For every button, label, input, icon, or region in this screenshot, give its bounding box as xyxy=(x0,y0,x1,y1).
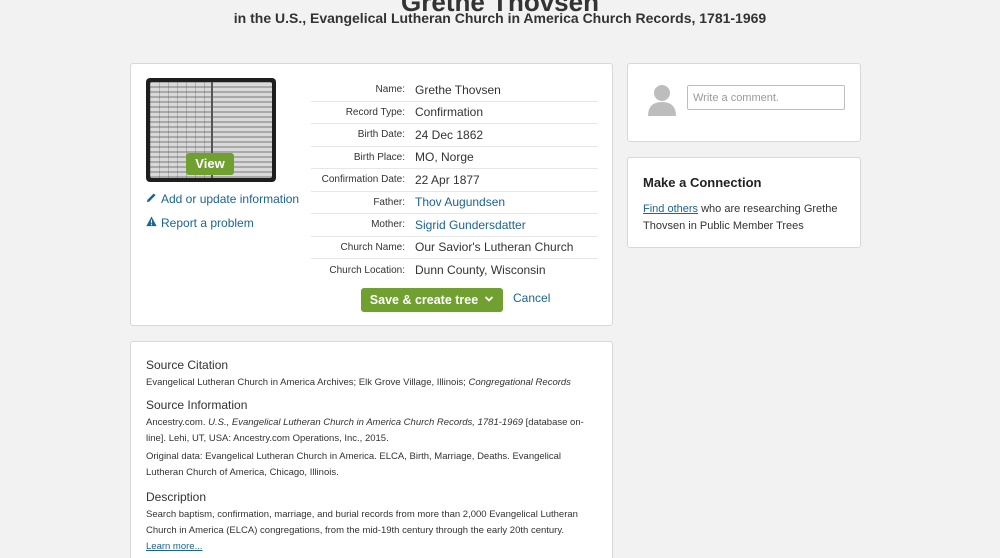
fact-value: 22 Apr 1877 xyxy=(415,172,480,187)
pencil-icon xyxy=(146,192,157,206)
add-update-info-label: Add or update information xyxy=(161,192,300,206)
fact-row-father: Father: Thov Augundsen xyxy=(311,192,598,214)
fact-label: Church Name: xyxy=(340,241,405,253)
fact-row-church-name: Church Name: Our Savior's Lutheran Churc… xyxy=(311,237,598,259)
save-create-tree-label: Save & create tree xyxy=(369,293,479,307)
fact-label: Mother: xyxy=(371,219,405,231)
view-button[interactable]: View xyxy=(186,153,234,175)
fact-label: Birth Date: xyxy=(357,129,405,141)
description-text: Search baptism, confirmation, marriage, … xyxy=(146,509,578,536)
fact-value: Dunn County, Wisconsin xyxy=(415,263,546,278)
mother-link[interactable]: Sigrid Gundersdatter xyxy=(415,218,526,232)
fact-value: MO, Norge xyxy=(415,150,474,165)
fact-label: Confirmation Date: xyxy=(321,174,405,186)
fact-value: Grethe Thovsen xyxy=(415,82,501,97)
record-image-thumbnail[interactable]: View xyxy=(146,78,276,182)
fact-row-church-location: Church Location: Dunn County, Wisconsin xyxy=(311,259,598,282)
source-citation-heading: Source Citation xyxy=(146,358,229,372)
comment-input[interactable] xyxy=(687,85,845,110)
cancel-link[interactable]: Cancel xyxy=(513,291,550,305)
report-problem-link[interactable]: Report a problem xyxy=(146,216,254,230)
fact-value: 24 Dec 1862 xyxy=(415,127,484,142)
fact-row-birth-place: Birth Place: MO, Norge xyxy=(311,147,598,169)
fact-row-name: Name: Grethe Thovsen xyxy=(311,79,598,102)
comment-card xyxy=(627,63,861,142)
fact-value: Confirmation xyxy=(415,105,484,120)
source-citation-text: Evangelical Lutheran Church in America A… xyxy=(146,375,601,391)
fact-label: Father: xyxy=(373,196,405,208)
fact-row-mother: Mother: Sigrid Gundersdatter xyxy=(311,214,598,237)
source-card: Source Citation Evangelical Lutheran Chu… xyxy=(130,341,613,558)
info-prefix: Ancestry.com. xyxy=(146,417,206,428)
fact-label: Name: xyxy=(375,84,405,96)
original-data-text: Original data: Evangelical Lutheran Chur… xyxy=(146,451,562,478)
chevron-down-icon xyxy=(484,293,494,307)
add-update-info-link[interactable]: Add or update information xyxy=(146,192,299,206)
description-heading: Description xyxy=(146,490,207,504)
source-information-section: Source Information Ancestry.com. U.S., E… xyxy=(146,398,601,447)
connection-title: Make a Connection xyxy=(643,175,762,190)
find-others-link[interactable]: Find others xyxy=(643,203,698,215)
page-subtitle: in the U.S., Evangelical Lutheran Church… xyxy=(233,10,767,26)
fact-row-confirmation-date: Confirmation Date: 22 Apr 1877 xyxy=(311,169,598,192)
citation-text: Evangelical Lutheran Church in America A… xyxy=(146,377,466,388)
report-problem-label: Report a problem xyxy=(161,216,254,230)
record-card: View Add or update information Report a … xyxy=(130,63,613,326)
original-data-section: Original data: Evangelical Lutheran Chur… xyxy=(146,449,601,481)
learn-more-row: Learn more... xyxy=(146,539,601,555)
citation-italic: Congregational Records xyxy=(468,377,571,388)
fact-value: Our Savior's Lutheran Church xyxy=(415,240,574,255)
info-italic: U.S., Evangelical Lutheran Church in Ame… xyxy=(208,417,524,428)
fact-row-birth-date: Birth Date: 24 Dec 1862 xyxy=(311,124,598,147)
fact-row-record-type: Record Type: Confirmation xyxy=(311,102,598,124)
warning-icon xyxy=(146,216,157,230)
description-section: Description Search baptism, confirmation… xyxy=(146,490,601,555)
learn-more-link[interactable]: Learn more... xyxy=(146,541,203,552)
connection-card: Make a Connection Find others who are re… xyxy=(627,157,861,248)
save-create-tree-button[interactable]: Save & create tree xyxy=(361,288,503,312)
record-facts: Name: Grethe Thovsen Record Type: Confir… xyxy=(311,79,598,282)
father-link[interactable]: Thov Augundsen xyxy=(415,195,505,209)
fact-label: Church Location: xyxy=(329,264,405,276)
fact-label: Birth Place: xyxy=(353,151,405,163)
source-information-text: Ancestry.com. U.S., Evangelical Lutheran… xyxy=(146,415,601,447)
fact-label: Record Type: xyxy=(345,106,405,118)
source-citation-section: Source Citation Evangelical Lutheran Chu… xyxy=(146,358,601,391)
connection-text: Find others who are researching Grethe T… xyxy=(643,201,848,235)
source-information-heading: Source Information xyxy=(146,398,248,412)
avatar-icon xyxy=(648,84,676,116)
